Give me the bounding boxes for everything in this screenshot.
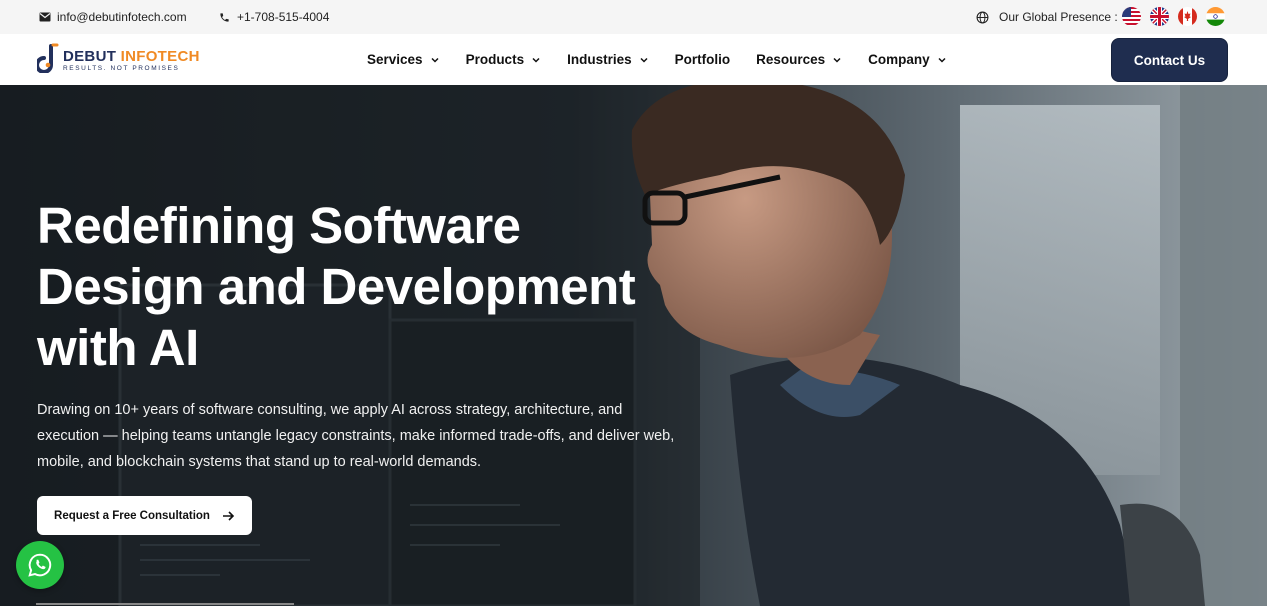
nav-item-label: Services <box>367 52 423 67</box>
top-info-bar: info@debutinfotech.com +1-708-515-4004 O… <box>0 0 1267 34</box>
hero-description: Drawing on 10+ years of software consult… <box>37 397 687 475</box>
nav-item-label: Industries <box>567 52 632 67</box>
nav-item-industries[interactable]: Industries <box>567 52 649 67</box>
mail-icon <box>38 11 51 24</box>
whatsapp-chat-button[interactable] <box>16 541 64 589</box>
global-presence: Our Global Presence : <box>976 10 1118 24</box>
nav-item-company[interactable]: Company <box>868 52 947 67</box>
arrow-right-icon <box>222 510 235 521</box>
nav-item-services[interactable]: Services <box>367 52 440 67</box>
company-logo[interactable]: DEBUT INFOTECH RESULTS. NOT PROMISES <box>35 43 200 78</box>
phone-text[interactable]: +1-708-515-4004 <box>237 10 329 24</box>
nav-item-portfolio[interactable]: Portfolio <box>675 52 731 67</box>
phone-contact[interactable]: +1-708-515-4004 <box>218 10 329 24</box>
us-flag-icon[interactable] <box>1122 7 1141 26</box>
logo-word-infotech: INFOTECH <box>120 47 200 65</box>
nav-item-label: Company <box>868 52 930 67</box>
nav-item-label: Products <box>465 52 525 67</box>
uk-flag-icon[interactable] <box>1150 7 1169 26</box>
logo-tagline: RESULTS. NOT PROMISES <box>63 64 180 72</box>
hero-title-line: with AI <box>37 319 199 376</box>
hero-desc-line: Drawing on 10+ years of software consult… <box>37 402 623 418</box>
nav-item-label: Resources <box>756 52 826 67</box>
main-navigation: DEBUT INFOTECH RESULTS. NOT PROMISES Ser… <box>0 34 1267 85</box>
india-flag-icon[interactable] <box>1206 7 1225 26</box>
chevron-down-icon <box>833 57 841 63</box>
chevron-down-icon <box>938 57 946 63</box>
cta-label: Request a Free Consultation <box>54 509 210 522</box>
phone-icon <box>218 11 231 24</box>
nav-menu: Services Products Industries Portfolio R… <box>367 52 973 67</box>
nav-item-label: Portfolio <box>674 52 731 67</box>
flag-list <box>1122 7 1225 26</box>
hero-desc-line: mobile, and blockchain systems that stan… <box>37 454 482 470</box>
presence-label: Our Global Presence : <box>999 10 1118 24</box>
hero-title-line: Redefining Software <box>37 197 521 254</box>
logo-mark-icon <box>35 43 59 78</box>
canada-flag-icon[interactable] <box>1178 7 1197 26</box>
whatsapp-icon <box>28 553 52 577</box>
chevron-down-icon <box>532 57 540 63</box>
hero-title: Redefining Software Design and Developme… <box>37 195 677 378</box>
request-consultation-button[interactable]: Request a Free Consultation <box>37 496 252 535</box>
nav-item-resources[interactable]: Resources <box>756 52 842 67</box>
hero-desc-line: execution — helping teams untangle legac… <box>37 428 675 444</box>
chevron-down-icon <box>431 57 439 63</box>
hero-title-line: Design and Development <box>37 258 636 315</box>
email-text[interactable]: info@debutinfotech.com <box>57 10 187 24</box>
nav-item-products[interactable]: Products <box>466 52 542 67</box>
contact-us-button[interactable]: Contact Us <box>1111 38 1228 82</box>
hero-section: Redefining Software Design and Developme… <box>0 85 1267 606</box>
globe-icon <box>976 11 989 24</box>
logo-word-debut: DEBUT <box>63 47 117 65</box>
email-contact[interactable]: info@debutinfotech.com <box>38 10 187 24</box>
hero-progress-bar <box>36 603 294 605</box>
chevron-down-icon <box>640 57 648 63</box>
